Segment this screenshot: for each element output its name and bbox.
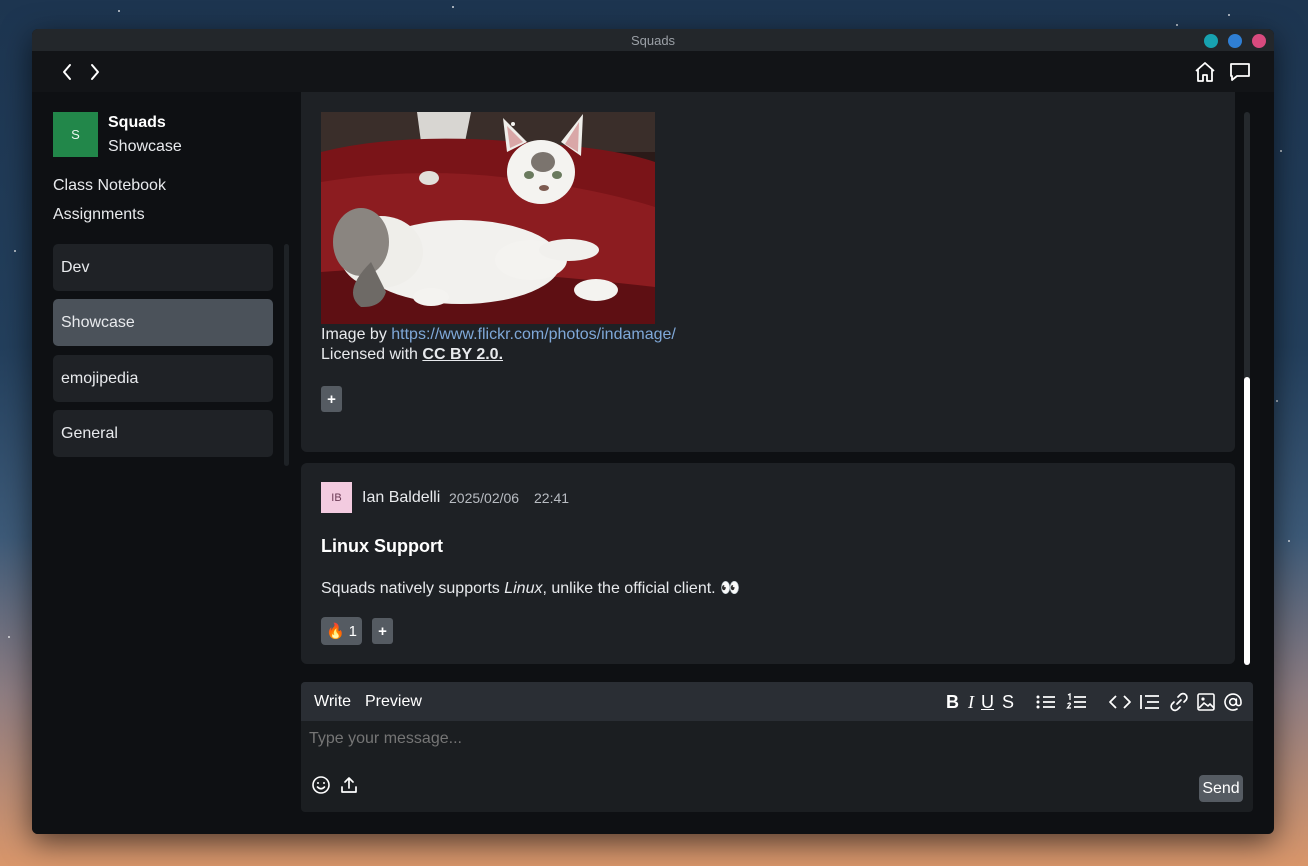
mention-button[interactable] — [1223, 691, 1243, 713]
message-card: Image by https://www.flickr.com/photos/i… — [301, 92, 1235, 452]
message-input[interactable] — [309, 730, 1189, 748]
minimize-button[interactable] — [1204, 34, 1218, 48]
squad-avatar[interactable]: S — [53, 112, 98, 157]
channel-label: emojipedia — [61, 369, 139, 387]
code-button[interactable] — [1108, 691, 1132, 713]
message-date: 2025/02/06 — [449, 490, 520, 506]
send-button[interactable]: Send — [1199, 775, 1243, 802]
add-reaction-button[interactable]: + — [372, 618, 393, 644]
channel-label: Showcase — [61, 313, 135, 331]
image-icon — [1197, 693, 1215, 711]
message-card: IB Ian Baldelli 2025/02/06 22:41 Linux S… — [301, 463, 1235, 664]
numbered-list-icon — [1066, 693, 1086, 709]
italic-button[interactable]: I — [968, 691, 974, 713]
forward-button[interactable] — [85, 61, 105, 83]
image-credit: Image by https://www.flickr.com/photos/i… — [321, 326, 676, 344]
back-button[interactable] — [57, 61, 77, 83]
numbered-list-button[interactable] — [1066, 691, 1088, 713]
sidebar-link-class-notebook[interactable]: Class Notebook — [53, 177, 166, 195]
message-area: Image by https://www.flickr.com/photos/i… — [300, 92, 1274, 834]
chat-button[interactable] — [1227, 59, 1253, 85]
eyes-emoji: 👀 — [720, 580, 740, 597]
image-source-link[interactable]: https://www.flickr.com/photos/indamage/ — [391, 326, 676, 343]
close-button[interactable] — [1252, 34, 1266, 48]
avatar[interactable]: IB — [321, 482, 352, 513]
channel-emojipedia[interactable]: emojipedia — [53, 355, 273, 402]
reaction-count: 1 — [348, 622, 358, 640]
at-sign-icon — [1224, 693, 1242, 711]
home-icon — [1195, 62, 1215, 82]
message-body: Squads natively supports Linux, unlike t… — [321, 578, 740, 598]
body-italic: Linux — [504, 580, 543, 597]
emoji-button[interactable] — [310, 774, 332, 796]
bold-button[interactable]: B — [946, 691, 959, 713]
window-title: Squads — [630, 32, 676, 48]
code-icon — [1109, 695, 1131, 709]
body-text: Squads natively supports — [321, 580, 505, 597]
link-icon — [1170, 692, 1188, 712]
image-button[interactable] — [1196, 691, 1216, 713]
chevron-right-icon — [91, 64, 99, 80]
author-name[interactable]: Ian Baldelli — [362, 489, 440, 507]
channel-general[interactable]: General — [53, 410, 273, 457]
sidebar-scrollbar[interactable] — [284, 244, 289, 466]
channel-label: Dev — [61, 258, 90, 276]
home-button[interactable] — [1192, 59, 1218, 85]
cat-image — [321, 112, 655, 324]
quote-button[interactable] — [1139, 691, 1161, 713]
title-bar: Squads — [32, 29, 1274, 51]
message-title: Linux Support — [321, 536, 443, 556]
fire-emoji: 🔥 — [325, 623, 345, 640]
smiley-icon — [312, 776, 330, 794]
underline-button[interactable]: U — [981, 691, 994, 713]
app-window: Squads S Squads Showcase Class Notebook … — [32, 29, 1274, 834]
fire-reaction[interactable]: 🔥 1 — [321, 617, 362, 645]
upload-icon — [341, 777, 357, 793]
license-label: Licensed with — [321, 346, 423, 363]
tab-write[interactable]: Write — [314, 693, 351, 711]
channel-dev[interactable]: Dev — [53, 244, 273, 291]
maximize-button[interactable] — [1228, 34, 1242, 48]
strikethrough-button[interactable]: S — [1002, 691, 1014, 713]
bullet-list-button[interactable] — [1035, 691, 1057, 713]
body-text: , unlike the official client. — [542, 580, 721, 597]
squad-subtitle: Showcase — [108, 138, 182, 155]
composer-toolbar: Write Preview B I U S — [301, 682, 1253, 721]
link-button[interactable] — [1169, 691, 1189, 713]
channel-label: General — [61, 424, 118, 442]
messages-scrollbar-thumb[interactable] — [1244, 377, 1250, 665]
add-reaction-button[interactable]: + — [321, 386, 342, 412]
quote-indent-icon — [1140, 695, 1159, 709]
chat-bubble-icon — [1230, 63, 1250, 81]
tab-preview[interactable]: Preview — [365, 693, 422, 711]
squad-name: Squads — [108, 114, 166, 131]
message-time: 22:41 — [534, 490, 570, 506]
message-composer: Write Preview B I U S Type your message.… — [301, 682, 1253, 812]
channel-showcase[interactable]: Showcase — [53, 299, 273, 346]
license-line: Licensed with CC BY 2.0. — [321, 346, 503, 364]
top-toolbar — [32, 51, 1274, 92]
sidebar: S Squads Showcase Class Notebook Assignm… — [32, 92, 300, 834]
chevron-left-icon — [63, 64, 71, 80]
upload-button[interactable] — [338, 774, 360, 796]
sidebar-link-assignments[interactable]: Assignments — [53, 206, 145, 224]
image-by-label: Image by — [321, 326, 392, 343]
bullet-list-icon — [1036, 695, 1055, 709]
license-link[interactable]: CC BY 2.0. — [422, 346, 503, 363]
